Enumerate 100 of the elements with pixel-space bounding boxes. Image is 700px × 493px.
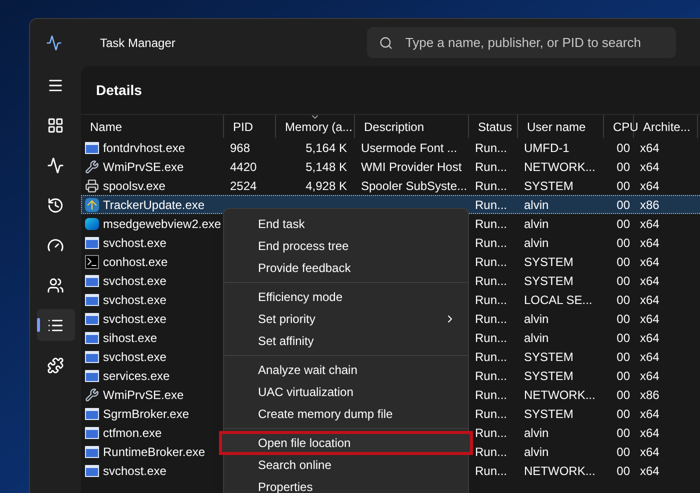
process-name: sihost.exe bbox=[103, 330, 158, 346]
user-name-cell: NETWORK... bbox=[524, 464, 596, 478]
architecture-cell: x64 bbox=[640, 274, 660, 288]
architecture-cell: x64 bbox=[640, 444, 660, 458]
app-window-icon bbox=[85, 426, 99, 438]
app-window-icon bbox=[85, 332, 99, 344]
menu-item[interactable]: Set priority bbox=[224, 308, 468, 330]
arrow-up-icon bbox=[85, 198, 99, 212]
menu-item[interactable]: End task bbox=[224, 213, 468, 235]
process-name: svchost.exe bbox=[103, 272, 166, 290]
cpu-cell: 00 bbox=[616, 444, 630, 458]
cpu-cell: 00 bbox=[616, 140, 630, 154]
user-name-cell: UMFD-1 bbox=[524, 140, 570, 154]
user-name-cell: alvin bbox=[524, 216, 549, 230]
cpu-cell: 00 bbox=[616, 368, 630, 382]
memory-cell: 4,928 K bbox=[306, 178, 347, 192]
user-name-cell: alvin bbox=[524, 426, 549, 440]
status-cell: Run... bbox=[475, 350, 508, 364]
description-cell: Usermode Font ... bbox=[361, 140, 458, 154]
architecture-cell: x64 bbox=[640, 464, 660, 478]
page-title: Details bbox=[96, 80, 142, 100]
cpu-cell: 00 bbox=[616, 330, 630, 344]
process-name: services.exe bbox=[103, 368, 170, 384]
status-cell: Run... bbox=[475, 368, 508, 382]
printer-icon bbox=[85, 178, 99, 192]
process-name: msedgewebview2.exe bbox=[103, 216, 222, 232]
column-header[interactable]: PID bbox=[224, 115, 276, 138]
menu-item[interactable]: Search online bbox=[224, 454, 468, 476]
column-header[interactable]: User name bbox=[518, 115, 604, 138]
selection-indicator bbox=[36, 318, 40, 332]
user-name-cell: alvin bbox=[524, 198, 549, 212]
memory-cell: 5,164 K bbox=[306, 140, 347, 154]
column-header[interactable]: Memory (a... bbox=[276, 115, 355, 138]
architecture-cell: x64 bbox=[640, 178, 660, 192]
cpu-cell: 00 bbox=[616, 198, 630, 212]
memory-cell: 5,148 K bbox=[306, 160, 347, 174]
architecture-cell: x64 bbox=[640, 312, 660, 326]
cpu-cell: 00 bbox=[616, 178, 630, 192]
architecture-cell: x64 bbox=[640, 216, 660, 230]
menu-item[interactable]: Set affinity bbox=[224, 330, 468, 352]
status-cell: Run... bbox=[475, 330, 508, 344]
sidebar-nav-button[interactable] bbox=[36, 309, 74, 341]
app-logo-icon bbox=[46, 34, 62, 50]
process-name: ctfmon.exe bbox=[103, 424, 162, 442]
status-cell: Run... bbox=[475, 292, 508, 306]
search-icon bbox=[379, 36, 394, 50]
cpu-cell: 00 bbox=[616, 464, 630, 478]
menu-item[interactable]: Create memory dump file bbox=[224, 403, 468, 425]
cpu-cell: 00 bbox=[616, 426, 630, 440]
user-name-cell: SYSTEM bbox=[524, 368, 574, 382]
architecture-cell: x86 bbox=[640, 388, 660, 402]
cpu-cell: 00 bbox=[616, 350, 630, 364]
user-name-cell: SYSTEM bbox=[524, 406, 574, 420]
architecture-cell: x86 bbox=[640, 198, 660, 212]
process-name: WmiPrvSE.exe bbox=[103, 386, 184, 404]
process-name: svchost.exe bbox=[103, 462, 166, 480]
menu-item[interactable]: Provide feedback bbox=[224, 257, 468, 279]
app-window-icon bbox=[85, 446, 99, 458]
user-name-cell: alvin bbox=[524, 444, 549, 458]
column-header[interactable]: Description bbox=[355, 115, 469, 138]
menu-item[interactable]: Analyze wait chain bbox=[224, 359, 468, 381]
menu-item[interactable]: UAC virtualization bbox=[224, 381, 468, 403]
status-cell: Run... bbox=[475, 254, 508, 268]
user-name-cell: SYSTEM bbox=[524, 254, 574, 268]
process-name: conhost.exe bbox=[103, 254, 168, 270]
user-name-cell: LOCAL SE... bbox=[524, 292, 592, 306]
cpu-cell: 00 bbox=[616, 236, 630, 250]
wrench-icon bbox=[85, 160, 99, 174]
search-input[interactable]: Type a name, publisher, or PID to search bbox=[405, 32, 664, 52]
menu-item[interactable]: Efficiency mode bbox=[224, 286, 468, 308]
process-name: TrackerUpdate.exe bbox=[103, 196, 205, 214]
user-name-cell: alvin bbox=[524, 312, 549, 326]
app-window-icon bbox=[85, 274, 99, 286]
architecture-cell: x64 bbox=[640, 254, 660, 268]
architecture-cell: x64 bbox=[640, 160, 660, 174]
architecture-cell: x64 bbox=[640, 292, 660, 306]
app-window-icon bbox=[85, 408, 99, 420]
user-name-cell: SYSTEM bbox=[524, 274, 574, 288]
process-name: WmiPrvSE.exe bbox=[103, 158, 184, 176]
column-header[interactable]: Name bbox=[81, 115, 224, 138]
column-header[interactable]: Status bbox=[469, 115, 518, 138]
status-cell: Run... bbox=[475, 312, 508, 326]
process-name: RuntimeBroker.exe bbox=[103, 444, 206, 460]
process-name: spoolsv.exe bbox=[103, 178, 166, 194]
app-window-icon bbox=[85, 350, 99, 362]
search-field[interactable]: Type a name, publisher, or PID to search bbox=[367, 27, 676, 58]
menu-item[interactable]: End process tree bbox=[224, 235, 468, 257]
app-window-icon bbox=[85, 236, 99, 248]
process-name: fontdrvhost.exe bbox=[103, 140, 186, 156]
pid-cell: 968 bbox=[230, 140, 250, 154]
cpu-cell: 00 bbox=[616, 274, 630, 288]
menu-item[interactable]: Open file location bbox=[220, 432, 472, 454]
cpu-cell: 00 bbox=[616, 312, 630, 326]
pid-cell: 2524 bbox=[230, 178, 257, 192]
status-cell: Run... bbox=[475, 198, 508, 212]
pid-cell: 4420 bbox=[230, 160, 257, 174]
app-window-icon bbox=[85, 464, 99, 476]
architecture-cell: x64 bbox=[640, 140, 660, 154]
cpu-cell: 00 bbox=[616, 388, 630, 402]
process-name: svchost.exe bbox=[103, 234, 166, 252]
